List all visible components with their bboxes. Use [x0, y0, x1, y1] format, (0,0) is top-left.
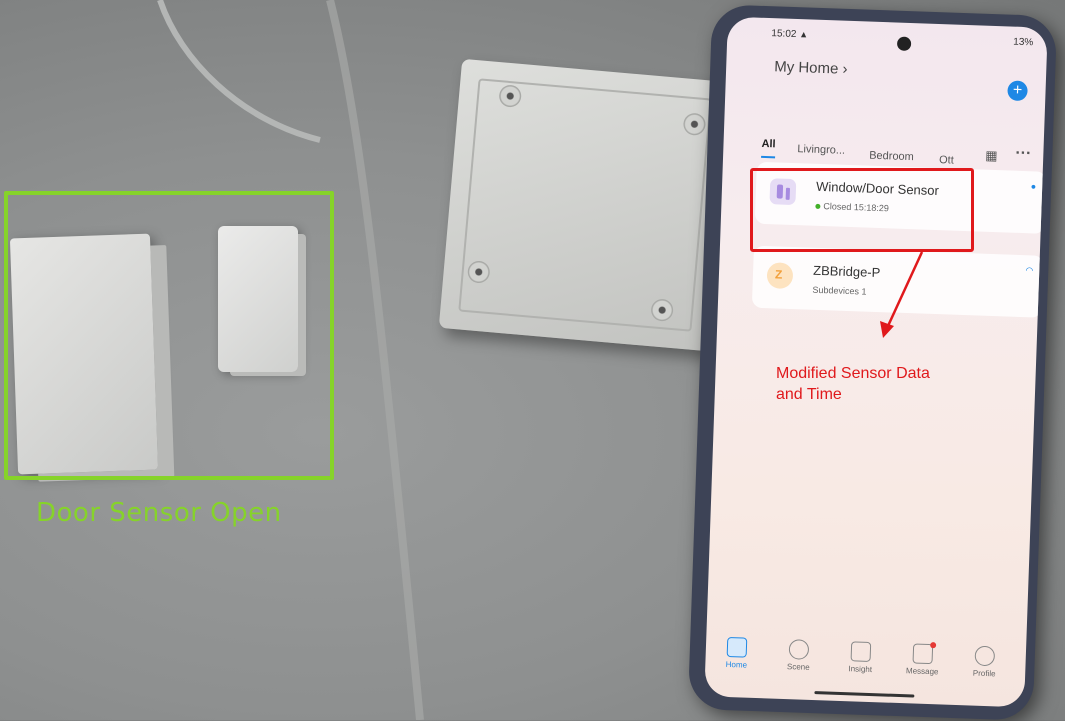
annotation-arrow [880, 251, 924, 338]
modified-sensor-data-label: Modified Sensor Data and Time [776, 365, 930, 403]
